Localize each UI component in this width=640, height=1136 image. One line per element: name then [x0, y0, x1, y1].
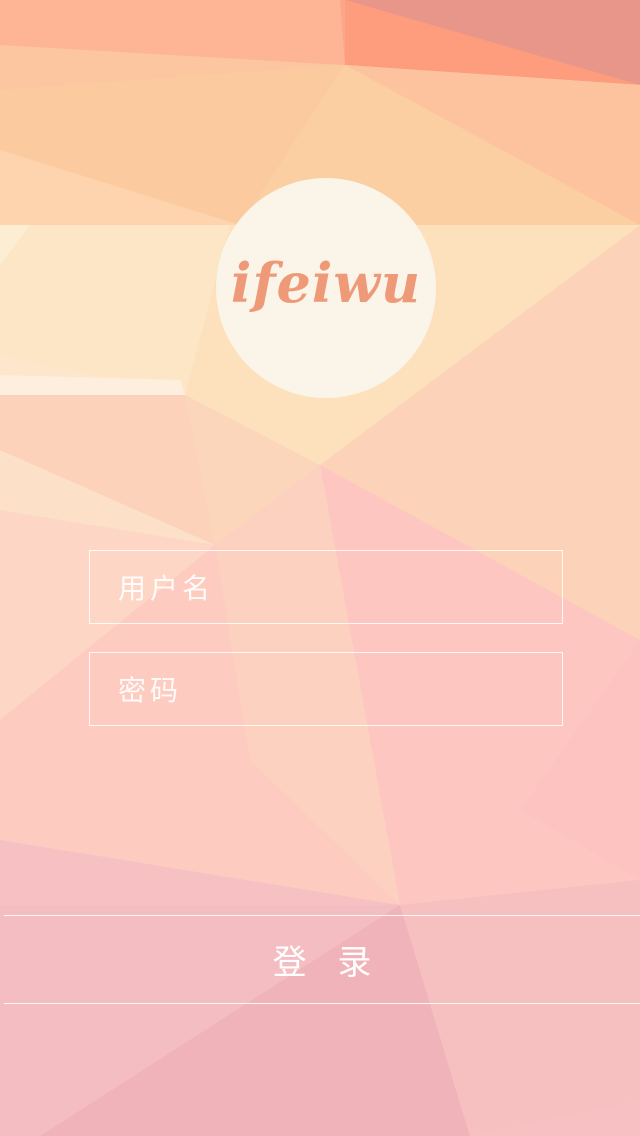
username-placeholder: 用户名: [118, 572, 215, 605]
username-field[interactable]: 用户名: [89, 550, 563, 624]
logo-circle: ifeiwu: [216, 178, 436, 398]
password-field[interactable]: 密码: [89, 652, 563, 726]
login-button[interactable]: 登 录: [4, 915, 640, 1004]
password-placeholder: 密码: [118, 674, 183, 707]
logo-text: ifeiwu: [230, 251, 422, 315]
login-button-label: 登 录: [272, 943, 382, 983]
login-screen: ifeiwu 用户名 密码 登 录: [0, 0, 640, 1136]
